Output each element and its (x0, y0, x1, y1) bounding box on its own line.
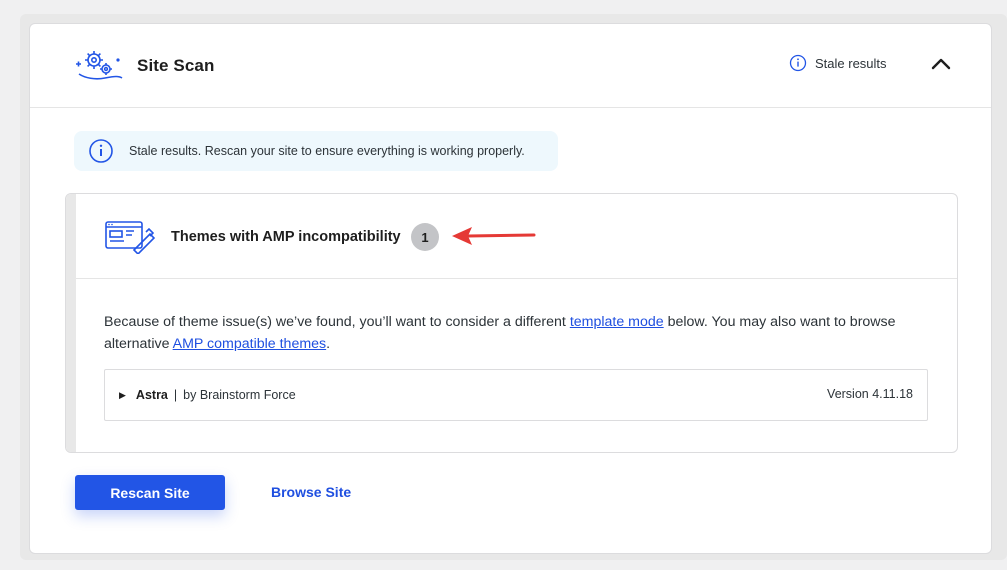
panel-title: Site Scan (137, 56, 215, 75)
stale-results-indicator: Stale results (789, 54, 887, 72)
theme-row-astra[interactable]: ▶ Astra | by Brainstorm Force Version 4.… (104, 369, 928, 421)
amp-compatible-themes-link[interactable]: AMP compatible themes (173, 336, 327, 352)
themes-incompatibility-card: Themes with AMP incompatibility 1 Becaus… (65, 193, 958, 453)
chevron-up-icon[interactable] (928, 51, 954, 77)
stale-results-notice: Stale results. Rescan your site to ensur… (74, 131, 558, 171)
annotation-arrow-icon (452, 227, 536, 245)
notice-text: Stale results. Rescan your site to ensur… (129, 144, 525, 158)
theme-author: by Brainstorm Force (183, 388, 296, 402)
description-text: Because of theme issue(s) we’ve found, y… (104, 314, 570, 330)
issue-count-badge: 1 (411, 223, 439, 251)
theme-separator: | (173, 388, 178, 402)
panel-header: Site Scan Stale results (30, 24, 991, 108)
theme-name: Astra (135, 388, 168, 402)
site-scan-panel: Site Scan Stale results Stale results. R… (29, 23, 992, 554)
stale-results-label: Stale results (815, 55, 887, 71)
rescan-site-button[interactable]: Rescan Site (75, 475, 225, 510)
description-text: . (326, 336, 331, 352)
browse-site-link[interactable]: Browse Site (271, 484, 351, 500)
card-header: Themes with AMP incompatibility 1 (76, 194, 957, 279)
card-accent-stripe (66, 194, 76, 452)
theme-paint-icon (105, 221, 156, 254)
template-mode-link[interactable]: template mode (570, 314, 664, 330)
gears-scan-icon (76, 51, 123, 80)
card-description: Because of theme issue(s) we’ve found, y… (104, 311, 934, 355)
expand-triangle-icon[interactable]: ▶ (119, 390, 126, 401)
info-icon (789, 54, 807, 72)
card-title: Themes with AMP incompatibility (171, 229, 401, 245)
info-icon (89, 139, 113, 163)
theme-version: Version 4.11.18 (827, 387, 913, 401)
